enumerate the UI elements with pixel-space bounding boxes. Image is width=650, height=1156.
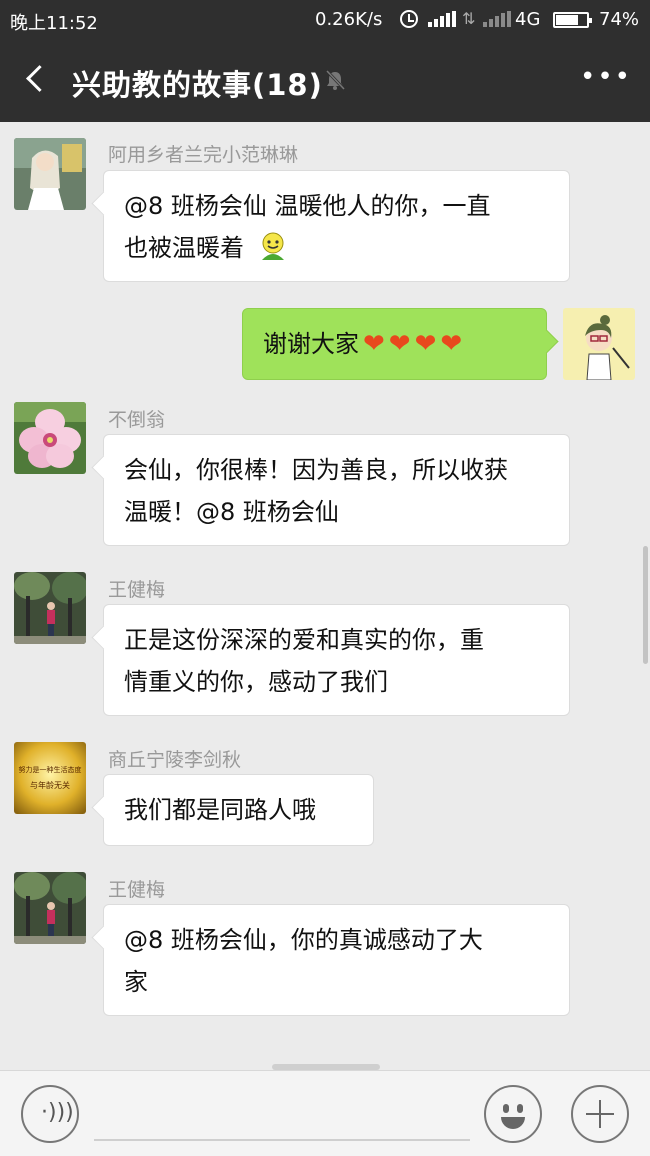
more-button[interactable]: ••• <box>580 64 630 92</box>
sender-name: 不倒翁 <box>108 409 166 431</box>
voice-button[interactable]: ·))) <box>21 1085 79 1143</box>
message-line: 会仙，你很棒！因为善良，所以收获 <box>124 456 508 484</box>
message-bubble[interactable]: 会仙，你很棒！因为善良，所以收获 温暖！@8 班杨会仙 <box>103 434 570 546</box>
message-input[interactable] <box>94 1139 470 1141</box>
message-line: @8 班杨会仙，你的真诚感动了大 <box>124 926 483 954</box>
heart-emoji: ❤ <box>440 329 463 359</box>
heart-emoji: ❤ <box>363 329 385 359</box>
sender-name: 阿用乡者兰完小范琳琳 <box>108 144 299 166</box>
avatar[interactable]: 努力是一种生活态度 与年龄无关 <box>14 742 86 814</box>
signal-icon <box>428 11 456 27</box>
alarm-icon <box>400 10 418 28</box>
heart-emoji: ❤ <box>414 329 437 359</box>
avatar[interactable] <box>14 872 86 944</box>
plus-button[interactable] <box>571 1085 629 1143</box>
message-bubble[interactable]: @8 班杨会仙，你的真诚感动了大 家 <box>103 904 570 1016</box>
message-line: 我们都是同路人哦 <box>124 796 316 824</box>
status-time: 晚上11:52 <box>10 13 98 34</box>
message-bubble[interactable]: 正是这份深深的爱和真实的你，重 情重义的你，感动了我们 <box>103 604 570 716</box>
ellipsis-icon: ••• <box>580 62 633 92</box>
avatar-caption: 与年龄无关 <box>30 780 70 790</box>
heart-emoji: ❤ <box>388 329 411 359</box>
message-bubble-self[interactable]: 谢谢大家 ❤ ❤ ❤ ❤ <box>242 308 547 380</box>
chat-title[interactable]: 兴助教的故事(18) <box>72 62 323 104</box>
data-arrows-icon: ⇅ <box>462 9 476 28</box>
message-list[interactable]: 阿用乡者兰完小范琳琳 @8 班杨会仙 温暖他人的你，一直 也被温暖着 谢谢大家 ❤… <box>0 122 650 1070</box>
message-text: 谢谢大家 <box>263 330 359 358</box>
avatar[interactable] <box>14 402 86 474</box>
bell-muted-icon <box>325 69 346 91</box>
emoji-button[interactable] <box>484 1085 542 1143</box>
message-line: 也被温暖着 <box>124 234 244 262</box>
sender-name: 王健梅 <box>108 579 166 601</box>
back-button[interactable] <box>24 64 46 94</box>
input-bar: ·))) <box>0 1070 650 1156</box>
avatar[interactable] <box>14 138 86 210</box>
message-bubble[interactable]: @8 班杨会仙 温暖他人的你，一直 也被温暖着 <box>103 170 570 282</box>
avatar-caption: 努力是一种生活态度 <box>19 765 82 774</box>
message-line: 情重义的你，感动了我们 <box>124 668 388 696</box>
message-line: 温暖！@8 班杨会仙 <box>124 498 339 526</box>
message-line: 家 <box>124 968 148 996</box>
network-speed: 0.26K/s <box>315 9 383 30</box>
message-line: @8 班杨会仙 温暖他人的你，一直 <box>124 192 491 220</box>
message-line: 正是这份深深的爱和真实的你，重 <box>124 626 484 654</box>
voice-icon: ·))) <box>41 1100 74 1125</box>
chat-header: 兴助教的故事(18) ••• <box>0 38 650 122</box>
avatar[interactable] <box>14 572 86 644</box>
avatar-self[interactable] <box>563 308 635 380</box>
status-bar: 晚上11:52 0.26K/s ⇅ 4G 74% <box>0 0 650 38</box>
message-bubble[interactable]: 我们都是同路人哦 <box>103 774 374 846</box>
scrollbar-thumb[interactable] <box>643 546 648 664</box>
sender-name: 王健梅 <box>108 879 166 901</box>
signal-icon <box>483 11 511 27</box>
network-type: 4G <box>515 9 541 30</box>
battery-icon <box>553 12 592 28</box>
sender-name: 商丘宁陵李剑秋 <box>108 749 242 771</box>
smiley-emoji <box>261 232 284 260</box>
battery-percent: 74% <box>599 9 640 30</box>
